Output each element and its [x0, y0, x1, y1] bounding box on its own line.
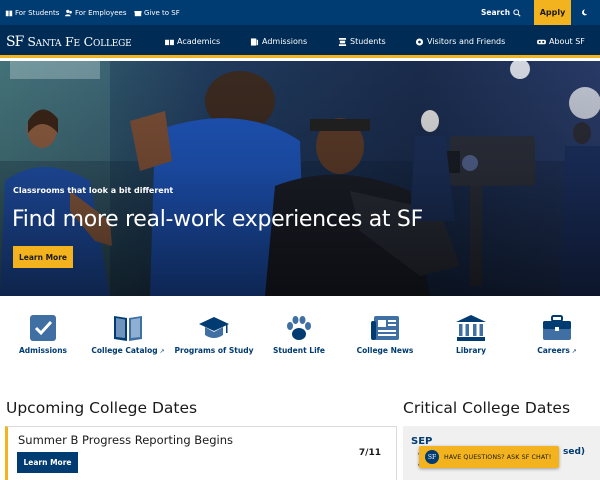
library-icon: [456, 315, 486, 341]
hero-banner: Classrooms that look a bit different Fin…: [0, 61, 600, 296]
quick-link-library[interactable]: Library: [431, 313, 511, 357]
visitors-icon: [415, 37, 424, 46]
for-employees-link[interactable]: For Employees: [65, 0, 126, 25]
hero-eyebrow: Classrooms that look a bit different: [13, 186, 174, 195]
hero-learn-more-button[interactable]: Learn More: [13, 246, 73, 268]
quick-link-label: Student Life: [272, 346, 326, 355]
give-to-sf-label: Give to SF: [144, 8, 180, 17]
search-button[interactable]: Search: [481, 0, 521, 25]
nav-academics[interactable]: Academics: [165, 25, 220, 58]
nav-academics-label: Academics: [177, 37, 221, 46]
utility-bar: For Students For Employees Give to SF Se…: [0, 0, 600, 25]
academics-icon: [165, 39, 174, 45]
gift-icon: [134, 10, 142, 16]
nav-visitors-label: Visitors and Friends: [427, 37, 506, 46]
logo-mark: SF: [6, 33, 24, 50]
admissions-icon: [250, 37, 259, 46]
book-icon: [114, 316, 142, 341]
give-to-sf-link[interactable]: Give to SF: [134, 0, 180, 25]
for-employees-label: For Employees: [75, 8, 127, 17]
quick-link-admissions[interactable]: Admissions: [3, 313, 83, 357]
quick-link-careers[interactable]: Careers ↗: [517, 313, 597, 358]
quick-link-label: College News: [356, 346, 414, 355]
about-icon: [537, 39, 546, 44]
for-students-link[interactable]: For Students: [5, 0, 59, 25]
quick-link-label: College Catalog ↗: [91, 346, 165, 355]
nav-students[interactable]: Students: [338, 25, 386, 58]
critical-item-text: sed): [563, 447, 586, 457]
quick-link-label: Careers ↗: [537, 346, 577, 355]
moon-icon: [581, 9, 587, 16]
quick-link-college-catalog[interactable]: College Catalog ↗: [88, 313, 168, 358]
event-date: 7/11: [358, 448, 381, 458]
sf-chat-label: HAVE QUESTIONS? ASK SF CHAT!: [444, 453, 552, 461]
sf-chat-button[interactable]: SF HAVE QUESTIONS? ASK SF CHAT!: [419, 446, 559, 468]
student-icon: [5, 10, 13, 16]
external-link-icon: ↗: [157, 348, 165, 355]
apply-button[interactable]: Apply: [534, 0, 571, 25]
quick-link-label: Admissions: [18, 346, 67, 355]
nav-about-label: About SF: [549, 37, 585, 46]
quick-link-programs-of-study[interactable]: Programs of Study: [174, 313, 254, 357]
quick-links: Admissions College Catalog ↗ Programs of…: [0, 313, 600, 373]
nav-admissions-label: Admissions: [262, 37, 308, 46]
event-learn-more-button[interactable]: Learn More: [17, 452, 78, 473]
search-label: Search: [481, 8, 511, 17]
event-card: Summer B Progress Reporting Begins Learn…: [5, 426, 397, 480]
graduation-cap-icon: [199, 317, 229, 338]
checkbox-icon: [30, 315, 56, 341]
critical-dates-heading: Critical College Dates: [403, 399, 571, 417]
logo-name: Santa Fe College: [27, 34, 132, 49]
briefcase-icon: [543, 315, 571, 340]
quick-link-student-life[interactable]: Student Life: [259, 313, 339, 357]
sf-chat-logo-icon: SF: [425, 450, 439, 464]
nav-admissions[interactable]: Admissions: [250, 25, 307, 58]
for-students-label: For Students: [15, 8, 60, 17]
event-title: Summer B Progress Reporting Begins: [18, 433, 234, 447]
paw-icon: [287, 316, 311, 340]
employees-icon: [65, 9, 72, 16]
newspaper-icon: [371, 316, 399, 340]
external-link-icon: ↗: [569, 348, 577, 355]
hero-photo: [0, 61, 600, 296]
quick-link-college-news[interactable]: College News: [345, 313, 425, 357]
upcoming-dates-heading: Upcoming College Dates: [6, 399, 198, 417]
college-logo[interactable]: SF Santa Fe College: [6, 25, 132, 58]
hero-title: Find more real-work experiences at SF: [12, 207, 423, 232]
nav-about-sf[interactable]: About SF: [537, 25, 585, 58]
students-icon: [338, 37, 347, 46]
quick-link-label: Library: [455, 346, 487, 355]
search-icon: [513, 8, 521, 17]
nav-students-label: Students: [350, 37, 386, 46]
main-nav: SF Santa Fe College Academics Admissions…: [0, 25, 600, 58]
nav-visitors-and-friends[interactable]: Visitors and Friends: [415, 25, 505, 58]
dark-mode-toggle[interactable]: [578, 0, 590, 25]
quick-link-label: Programs of Study: [174, 346, 254, 355]
